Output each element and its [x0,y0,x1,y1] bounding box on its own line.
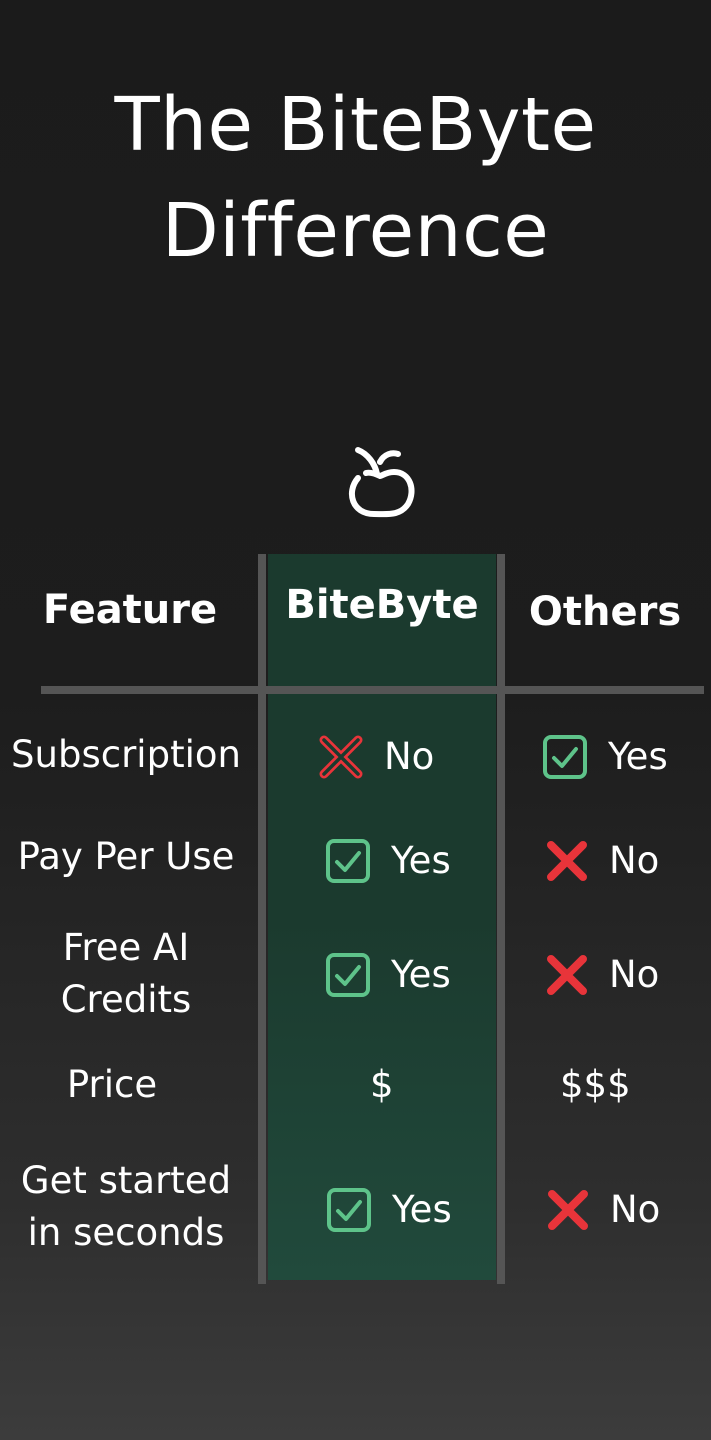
feature-pay-per-use: Pay Per Use [17,835,235,878]
feature-price: Price [66,1063,158,1106]
bitebyte-subscription-cell: No [318,731,434,783]
others-pay-per-use-cell: No [545,835,659,887]
bitebyte-get-started-value: Yes [392,1188,452,1231]
title-line-1: The BiteByte [114,82,597,168]
others-price-value: $$$ [560,1063,631,1106]
check-box-icon [326,953,370,997]
bitebyte-pay-per-use-value: Yes [391,839,451,882]
cross-icon [547,955,587,995]
feature-get-started: Get started in seconds [0,1155,252,1259]
feature-subscription: Subscription [11,733,241,776]
feature-free-ai-credits-line-2: Credits [60,978,192,1021]
header-feature: Feature [42,587,218,633]
bitebyte-column-highlight [268,554,496,1280]
column-divider-right [497,554,505,1284]
bitebyte-pay-per-use-cell: Yes [325,835,451,887]
others-subscription-value: Yes [608,735,668,778]
feature-free-ai-credits: Free AI Credits [0,922,252,1026]
check-box-icon [326,839,370,883]
check-box-icon [543,735,587,779]
others-free-ai-credits-value: No [609,953,660,996]
bitebyte-price-value: $ [370,1063,394,1106]
header-others: Others [528,589,682,635]
others-get-started-value: No [610,1188,661,1231]
others-get-started-cell: No [546,1184,660,1236]
check-box-icon [327,1188,371,1232]
feature-get-started-line-2: in seconds [27,1211,225,1254]
page-title: The BiteByte Difference [0,72,711,284]
bitebyte-subscription-value: No [384,735,435,778]
column-divider-left [258,554,266,1284]
cross-outline-icon [319,735,363,779]
feature-get-started-line-1: Get started [20,1159,232,1202]
bitebyte-get-started-cell: Yes [326,1184,452,1236]
header-divider [41,686,704,694]
cross-icon [548,1190,588,1230]
others-pay-per-use-value: No [609,839,660,882]
bitebyte-free-ai-credits-value: Yes [391,953,451,996]
others-free-ai-credits-cell: No [545,949,659,1001]
header-bitebyte: BiteByte [285,582,479,628]
bitebyte-free-ai-credits-cell: Yes [325,949,451,1001]
others-subscription-cell: Yes [542,731,668,783]
apple-icon [348,447,415,518]
title-line-2: Difference [161,188,550,274]
cross-icon [547,841,587,881]
feature-free-ai-credits-line-1: Free AI [62,926,190,969]
comparison-page: The BiteByte Difference Feature BiteByte… [0,0,711,1440]
